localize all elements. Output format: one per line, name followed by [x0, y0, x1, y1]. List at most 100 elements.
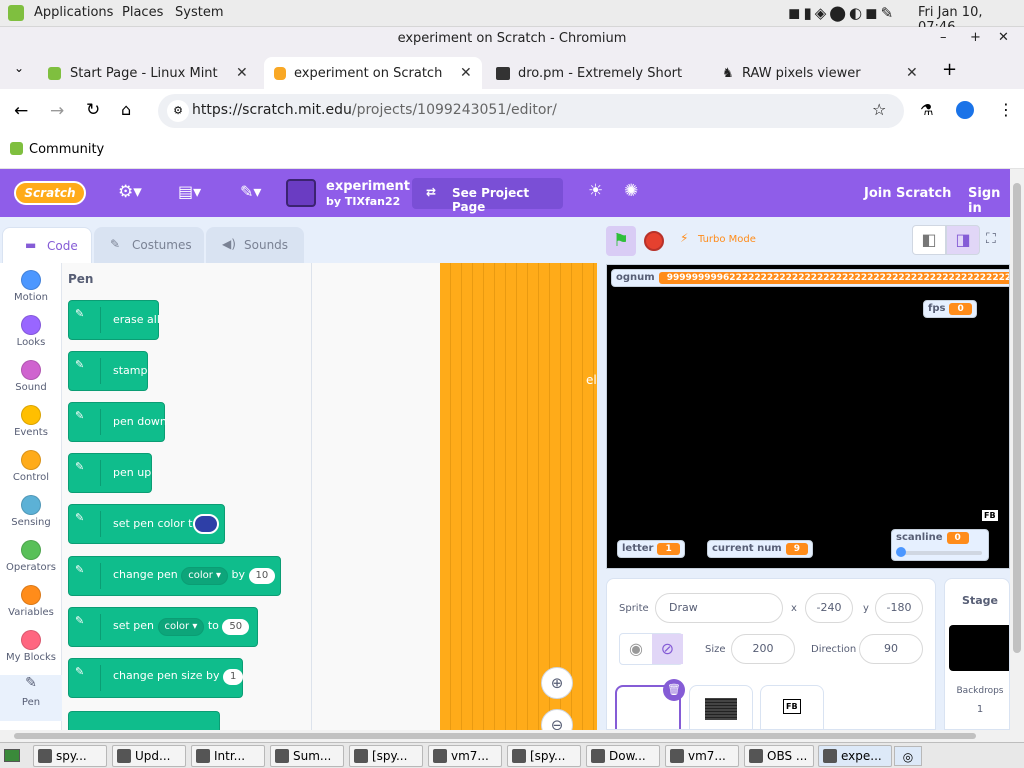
taskbar-item[interactable]: Intr...: [191, 745, 265, 767]
category-pen[interactable]: ✎ Pen: [0, 675, 62, 721]
stop-icon[interactable]: [644, 231, 664, 251]
file-menu-icon[interactable]: ▤▾: [178, 182, 201, 201]
page-scrollbar-thumb[interactable]: [1013, 183, 1021, 653]
green-flag-icon[interactable]: ⚑: [606, 226, 636, 256]
stage-canvas[interactable]: ognum 99999999962222222222222222222222222…: [606, 264, 1010, 569]
sprite-thumb[interactable]: FB: [760, 685, 824, 729]
category-variables[interactable]: Variables: [0, 585, 62, 618]
address-bar[interactable]: ⚙ https://scratch.mit.edu/projects/10992…: [158, 94, 904, 128]
os-menu-applications[interactable]: Applications: [34, 5, 113, 20]
taskbar-item[interactable]: Sum...: [270, 745, 344, 767]
taskbar-item[interactable]: vm7...: [665, 745, 739, 767]
site-info-icon[interactable]: ⚙: [167, 100, 189, 122]
block-change-pen-size-by[interactable]: ✎ change pen size by 1: [68, 658, 244, 698]
close-window-icon[interactable]: ✕: [998, 30, 1009, 45]
see-project-page-button[interactable]: ⇄ See Project Page: [412, 178, 563, 214]
monitor-scanline[interactable]: scanline 0: [891, 529, 989, 561]
monitor-fps[interactable]: fps 0: [923, 300, 977, 318]
delete-sprite-icon[interactable]: 🗑: [663, 679, 685, 701]
bookmark-community[interactable]: Community: [10, 142, 104, 157]
show-desktop-icon[interactable]: [4, 749, 20, 762]
zoom-in-icon[interactable]: ⊕: [541, 667, 573, 699]
category-operators[interactable]: Operators: [0, 540, 62, 573]
project-author[interactable]: by TIXfan22: [326, 195, 400, 208]
sprite-thumb[interactable]: [689, 685, 753, 729]
back-icon[interactable]: ←: [14, 101, 28, 121]
scanline-slider-track[interactable]: [898, 551, 982, 555]
y-input[interactable]: -180: [875, 593, 923, 623]
hide-eye-icon[interactable]: ⊘: [652, 634, 683, 664]
x-input[interactable]: -240: [805, 593, 853, 623]
category-looks[interactable]: Looks: [0, 315, 62, 348]
block-pen-up[interactable]: ✎ pen up: [68, 453, 152, 493]
number-input[interactable]: 50: [222, 619, 250, 635]
menu-kebab-icon[interactable]: ⋮: [998, 100, 1014, 119]
monitor-ognum[interactable]: ognum 99999999962222222222222222222222222…: [611, 269, 1009, 287]
taskbar-item[interactable]: OBS ...: [744, 745, 814, 767]
number-input[interactable]: 1: [223, 669, 244, 685]
project-title[interactable]: experiment: [326, 179, 410, 194]
scanline-slider-knob[interactable]: [896, 547, 906, 557]
page-scrollbar[interactable]: [1010, 169, 1024, 730]
taskbar-item[interactable]: vm7...: [428, 745, 502, 767]
home-icon[interactable]: ⌂: [121, 100, 131, 119]
close-tab-icon[interactable]: ✕: [460, 65, 472, 81]
tab-raw-pixels[interactable]: ♞ RAW pixels viewer ✕: [712, 57, 930, 89]
close-tab-icon[interactable]: ✕: [236, 65, 248, 81]
number-input[interactable]: 10: [248, 568, 276, 584]
backdrop-thumb[interactable]: [949, 625, 1009, 671]
edit-pencil-icon[interactable]: ✎▾: [240, 182, 261, 201]
tab-start-page[interactable]: Start Page - Linux Mint ✕: [40, 57, 258, 89]
light-bulb-icon[interactable]: ☀: [588, 181, 603, 201]
block-stamp[interactable]: ✎ stamp: [68, 351, 148, 391]
fullscreen-icon[interactable]: ⛶: [986, 231, 996, 247]
horizontal-scrollbar-thumb[interactable]: [14, 733, 976, 739]
maximize-icon[interactable]: +: [970, 30, 981, 45]
direction-input[interactable]: 90: [859, 634, 923, 664]
bookmark-star-icon[interactable]: ☆: [872, 100, 886, 119]
mint-menu-icon[interactable]: [8, 5, 24, 21]
monitor-letter[interactable]: letter 1: [617, 540, 685, 558]
settings-gear-icon[interactable]: ⚙▾: [118, 182, 142, 202]
block-change-pen-by[interactable]: ✎ change pen color ▾ by 10: [68, 556, 281, 596]
sign-in-link[interactable]: Sign in: [968, 186, 1010, 216]
new-tab-icon[interactable]: +: [942, 59, 957, 80]
block-set-pen-color-to[interactable]: ✎ set pen color to: [68, 504, 225, 544]
os-menu-places[interactable]: Places: [122, 5, 163, 20]
tab-costumes[interactable]: ✎ Costumes: [94, 227, 204, 263]
pen-param-dropdown[interactable]: color ▾: [181, 567, 229, 585]
profile-icon[interactable]: [956, 101, 974, 119]
taskbar-item[interactable]: [spy...: [349, 745, 423, 767]
category-sound[interactable]: Sound: [0, 360, 62, 393]
block-pen-down[interactable]: ✎ pen down: [68, 402, 167, 442]
small-stage-icon[interactable]: ◧: [912, 225, 946, 255]
monitor-current-num[interactable]: current num 9: [707, 540, 813, 558]
labs-flask-icon[interactable]: ⚗: [920, 101, 933, 119]
taskbar-item[interactable]: Upd...: [112, 745, 186, 767]
block-set-pen-to[interactable]: ✎ set pen color ▾ to 50: [68, 607, 258, 647]
category-events[interactable]: Events: [0, 405, 62, 438]
category-sensing[interactable]: Sensing: [0, 495, 62, 528]
script-area[interactable]: el ⊕ ⊖: [312, 263, 597, 730]
forward-icon[interactable]: →: [50, 101, 64, 121]
tray-icons[interactable]: ◼▮◈⬤◐◼✎: [788, 4, 896, 22]
close-tab-icon[interactable]: ✕: [906, 65, 918, 81]
join-scratch-link[interactable]: Join Scratch: [864, 186, 951, 201]
category-my-blocks[interactable]: My Blocks: [0, 630, 62, 663]
tab-list-chevron-icon[interactable]: ⌄: [14, 61, 24, 75]
horizontal-scrollbar[interactable]: [0, 730, 1024, 742]
tab-code[interactable]: ▬ Code: [2, 227, 92, 263]
minimize-icon[interactable]: –: [940, 30, 947, 45]
block-erase-all[interactable]: ✎ erase all: [68, 300, 160, 340]
script-block-stack[interactable]: el: [440, 263, 597, 730]
tab-dro-pm[interactable]: dro.pm - Extremely Short: [488, 57, 706, 89]
stage-selector[interactable]: Stage Backdrops 1: [944, 578, 1010, 730]
os-menu-system[interactable]: System: [175, 5, 223, 20]
color-swatch[interactable]: [193, 514, 219, 534]
scratch-logo[interactable]: Scratch: [14, 181, 86, 205]
category-control[interactable]: Control: [0, 450, 62, 483]
chromium-tray-icon[interactable]: ◎: [894, 746, 922, 766]
tab-sounds[interactable]: ◀) Sounds: [206, 227, 304, 263]
sprite-name-input[interactable]: Draw: [655, 593, 783, 623]
normal-stage-icon[interactable]: ◨: [946, 225, 980, 255]
